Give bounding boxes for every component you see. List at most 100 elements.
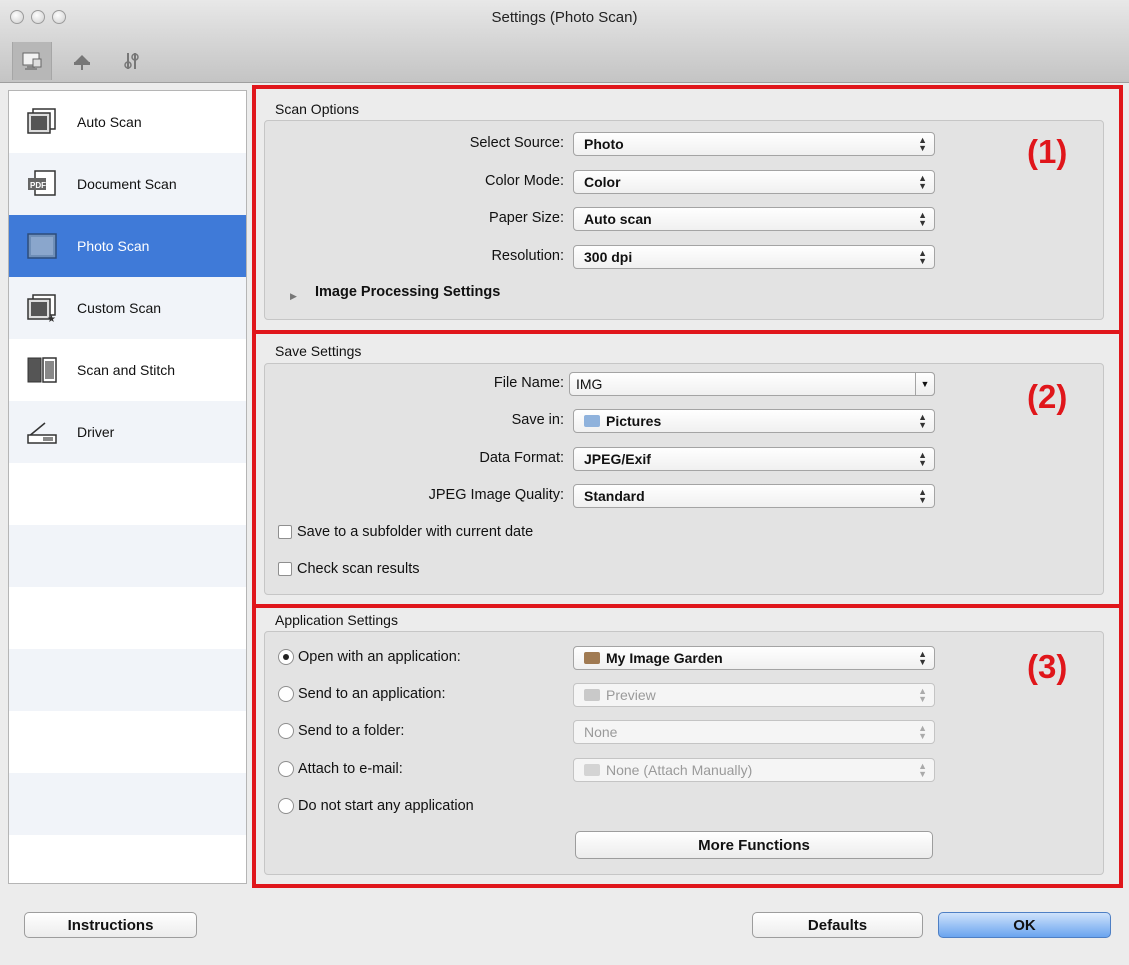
file-name-label: File Name: (493, 375, 564, 391)
do-not-start-application-label: Do not start any application (298, 798, 474, 814)
radio-button[interactable] (278, 649, 294, 665)
toolbar (0, 40, 1129, 83)
open-with-application-popup[interactable]: My Image Garden ▲ ▼ (573, 646, 935, 670)
sidebar-item-label: Scan and Stitch (77, 362, 176, 378)
open-with-application-label: Open with an application: (298, 649, 461, 665)
popup-arrows-icon: ▲ ▼ (918, 248, 927, 266)
send-to-folder-value: None (584, 724, 618, 740)
select-source-value: Photo (584, 136, 624, 152)
popup-arrows-icon: ▲ ▼ (918, 412, 927, 430)
radio-button[interactable] (278, 686, 294, 702)
scan-mode-sidebar: Auto Scan PDF Document Scan Photo Scan ★… (8, 90, 247, 884)
sidebar-item-label: Photo Scan (77, 238, 150, 254)
resolution-value: 300 dpi (584, 249, 633, 265)
radio-button[interactable] (278, 798, 294, 814)
attach-to-email-radio[interactable]: Attach to e-mail: (278, 761, 403, 777)
paper-size-label: Paper Size: (489, 210, 564, 226)
sidebar-item-photo-scan[interactable]: Photo Scan (9, 215, 246, 277)
sidebar-empty-row (9, 587, 246, 649)
jpeg-quality-label: JPEG Image Quality: (428, 487, 564, 503)
save-in-label: Save in: (511, 412, 564, 428)
popup-arrows-icon: ▲ ▼ (918, 761, 927, 779)
scan-from-computer-icon (22, 52, 42, 70)
data-format-value: JPEG/Exif (584, 451, 651, 467)
sidebar-item-scan-and-stitch[interactable]: Scan and Stitch (9, 339, 246, 401)
settings-window: Settings (Photo Scan) Auto Scan PDF Docu… (0, 0, 1129, 965)
instructions-button[interactable]: Instructions (24, 912, 197, 938)
open-with-application-radio[interactable]: Open with an application: (278, 649, 461, 665)
select-source-label: Select Source: (469, 135, 564, 151)
image-processing-settings-toggle[interactable]: Image Processing Settings (315, 284, 500, 300)
file-name-combo[interactable]: IMG ▼ (569, 372, 935, 396)
driver-icon (23, 415, 61, 449)
popup-arrows-icon: ▲ ▼ (918, 649, 927, 667)
sidebar-empty-row (9, 711, 246, 773)
subfolder-checkbox[interactable]: Save to a subfolder with current date (278, 524, 533, 540)
defaults-button[interactable]: Defaults (752, 912, 923, 938)
combo-dropdown-icon[interactable]: ▼ (915, 372, 935, 396)
sidebar-item-label: Driver (77, 424, 115, 440)
paper-size-popup[interactable]: Auto scan ▲ ▼ (573, 207, 935, 231)
send-to-folder-popup: None ▲ ▼ (573, 720, 935, 744)
popup-arrows-icon: ▲ ▼ (918, 210, 927, 228)
scan-from-operation-panel-tab[interactable] (62, 42, 102, 80)
select-source-popup[interactable]: Photo ▲ ▼ (573, 132, 935, 156)
jpeg-quality-value: Standard (584, 488, 645, 504)
color-mode-popup[interactable]: Color ▲ ▼ (573, 170, 935, 194)
color-mode-label: Color Mode: (485, 173, 564, 189)
save-in-value: Pictures (606, 413, 662, 429)
section-number-3: (3) (1027, 648, 1068, 685)
my-image-garden-icon (584, 652, 600, 664)
paper-size-value: Auto scan (584, 211, 652, 227)
sidebar-item-label: Auto Scan (77, 114, 142, 130)
sidebar-item-auto-scan[interactable]: Auto Scan (9, 91, 246, 153)
checkbox-box[interactable] (278, 525, 292, 539)
data-format-popup[interactable]: JPEG/Exif ▲ ▼ (573, 447, 935, 471)
ok-button[interactable]: OK (938, 912, 1111, 938)
general-settings-icon (124, 53, 139, 69)
save-in-popup[interactable]: Pictures ▲ ▼ (573, 409, 935, 433)
send-to-application-radio[interactable]: Send to an application: (278, 686, 446, 702)
save-settings-header: Save Settings (275, 343, 362, 359)
radio-button[interactable] (278, 723, 294, 739)
data-format-label: Data Format: (479, 450, 564, 466)
sidebar-item-driver[interactable]: Driver (9, 401, 246, 463)
disclosure-triangle-icon[interactable]: ▶ (290, 291, 297, 302)
title-bar: Settings (Photo Scan) (0, 0, 1129, 40)
jpeg-quality-popup[interactable]: Standard ▲ ▼ (573, 484, 935, 508)
window-title: Settings (Photo Scan) (491, 9, 638, 26)
send-to-folder-radio[interactable]: Send to a folder: (278, 723, 404, 739)
check-scan-results-checkbox[interactable]: Check scan results (278, 561, 420, 577)
open-with-application-value: My Image Garden (606, 650, 723, 666)
section-number-1: (1) (1027, 133, 1068, 170)
send-to-application-label: Send to an application: (298, 686, 446, 702)
checkbox-box[interactable] (278, 562, 292, 576)
folder-icon (584, 764, 600, 776)
subfolder-checkbox-label: Save to a subfolder with current date (297, 524, 534, 540)
do-not-start-application-radio[interactable]: Do not start any application (278, 798, 474, 814)
send-to-folder-label: Send to a folder: (298, 723, 405, 739)
scan-options-header: Scan Options (275, 101, 360, 117)
popup-arrows-icon: ▲ ▼ (918, 173, 927, 191)
color-mode-value: Color (584, 174, 621, 190)
more-functions-button[interactable]: More Functions (575, 831, 933, 859)
section-number-2: (2) (1027, 378, 1068, 415)
send-to-application-value: Preview (606, 687, 656, 703)
auto-scan-icon (23, 105, 61, 139)
scan-from-computer-tab[interactable] (12, 42, 52, 80)
popup-arrows-icon: ▲ ▼ (918, 135, 927, 153)
resolution-popup[interactable]: 300 dpi ▲ ▼ (573, 245, 935, 269)
svg-text:★: ★ (47, 314, 56, 323)
sidebar-empty-row (9, 649, 246, 711)
popup-arrows-icon: ▲ ▼ (918, 487, 927, 505)
radio-button[interactable] (278, 761, 294, 777)
sidebar-item-label: Document Scan (77, 176, 177, 192)
resolution-label: Resolution: (491, 248, 564, 264)
general-settings-tab[interactable] (112, 42, 152, 80)
sidebar-item-document-scan[interactable]: PDF Document Scan (9, 153, 246, 215)
sidebar-empty-row (9, 525, 246, 587)
preview-app-icon (584, 689, 600, 701)
sidebar-empty-row (9, 463, 246, 525)
attach-to-email-value: None (Attach Manually) (606, 762, 753, 778)
sidebar-item-custom-scan[interactable]: ★ Custom Scan (9, 277, 246, 339)
